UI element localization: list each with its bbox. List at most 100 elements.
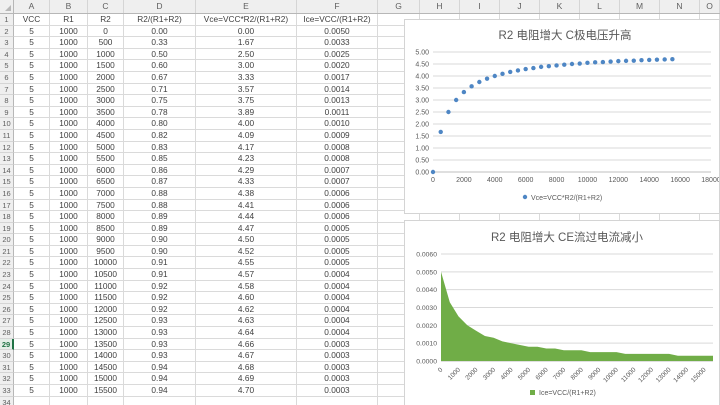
cell-F7[interactable]: 0.0014	[297, 84, 378, 96]
cell-E6[interactable]: 3.33	[196, 72, 297, 84]
cell-D30[interactable]: 0.93	[124, 350, 196, 362]
column-header-E[interactable]: E	[196, 0, 297, 13]
cell-F34[interactable]	[297, 397, 378, 405]
cell-C13[interactable]: 5500	[88, 153, 124, 165]
cell-C34[interactable]	[88, 397, 124, 405]
cell-F12[interactable]: 0.0008	[297, 142, 378, 154]
cell-D23[interactable]: 0.91	[124, 269, 196, 281]
cell-A11[interactable]: 5	[14, 130, 50, 142]
cell-B24[interactable]: 1000	[50, 281, 88, 293]
cell-D9[interactable]: 0.78	[124, 107, 196, 119]
cell-A7[interactable]: 5	[14, 84, 50, 96]
cell-D24[interactable]: 0.92	[124, 281, 196, 293]
cell-C31[interactable]: 14500	[88, 362, 124, 374]
row-header-30[interactable]: 30	[0, 350, 14, 362]
cell-D21[interactable]: 0.90	[124, 246, 196, 258]
cell-F19[interactable]: 0.0005	[297, 223, 378, 235]
cell-F20[interactable]: 0.0005	[297, 234, 378, 246]
row-header-27[interactable]: 27	[0, 315, 14, 327]
cell-B1[interactable]: R1	[50, 14, 88, 26]
row-header-34[interactable]: 34	[0, 397, 14, 405]
cell-C20[interactable]: 9000	[88, 234, 124, 246]
cell-A10[interactable]: 5	[14, 118, 50, 130]
cell-C15[interactable]: 6500	[88, 176, 124, 188]
cell-A8[interactable]: 5	[14, 95, 50, 107]
cell-F13[interactable]: 0.0008	[297, 153, 378, 165]
cell-A2[interactable]: 5	[14, 26, 50, 38]
cell-F27[interactable]: 0.0004	[297, 315, 378, 327]
cell-B25[interactable]: 1000	[50, 292, 88, 304]
cell-E12[interactable]: 4.17	[196, 142, 297, 154]
column-header-G[interactable]: G	[378, 0, 420, 13]
cell-A33[interactable]: 5	[14, 385, 50, 397]
cell-B33[interactable]: 1000	[50, 385, 88, 397]
cell-B34[interactable]	[50, 397, 88, 405]
cell-E2[interactable]: 0.00	[196, 26, 297, 38]
cell-A15[interactable]: 5	[14, 176, 50, 188]
cell-B14[interactable]: 1000	[50, 165, 88, 177]
chart-vce-scatter[interactable]: 0.000.501.001.502.002.503.003.504.004.50…	[404, 19, 720, 214]
cell-C16[interactable]: 7000	[88, 188, 124, 200]
cell-D12[interactable]: 0.83	[124, 142, 196, 154]
cell-E31[interactable]: 4.68	[196, 362, 297, 374]
cell-E5[interactable]: 3.00	[196, 60, 297, 72]
cell-C1[interactable]: R2	[88, 14, 124, 26]
column-header-B[interactable]: B	[50, 0, 88, 13]
row-header-21[interactable]: 21	[0, 246, 14, 258]
cell-B13[interactable]: 1000	[50, 153, 88, 165]
cell-D19[interactable]: 0.89	[124, 223, 196, 235]
cell-A34[interactable]	[14, 397, 50, 405]
column-header-O[interactable]: O	[700, 0, 720, 13]
cell-B22[interactable]: 1000	[50, 257, 88, 269]
cell-A30[interactable]: 5	[14, 350, 50, 362]
cell-B12[interactable]: 1000	[50, 142, 88, 154]
cell-D22[interactable]: 0.91	[124, 257, 196, 269]
cell-D20[interactable]: 0.90	[124, 234, 196, 246]
cell-E25[interactable]: 4.60	[196, 292, 297, 304]
column-header-D[interactable]: D	[124, 0, 196, 13]
cell-C9[interactable]: 3500	[88, 107, 124, 119]
cell-D2[interactable]: 0.00	[124, 26, 196, 38]
cell-A16[interactable]: 5	[14, 188, 50, 200]
cell-F6[interactable]: 0.0017	[297, 72, 378, 84]
cell-E17[interactable]: 4.41	[196, 200, 297, 212]
cell-C17[interactable]: 7500	[88, 200, 124, 212]
column-header-M[interactable]: M	[620, 0, 660, 13]
cell-B6[interactable]: 1000	[50, 72, 88, 84]
cell-E4[interactable]: 2.50	[196, 49, 297, 61]
row-header-15[interactable]: 15	[0, 176, 14, 188]
row-header-11[interactable]: 11	[0, 130, 14, 142]
chart-ice-area[interactable]: 0.00000.00100.00200.00300.00400.00500.00…	[404, 220, 720, 405]
cell-B19[interactable]: 1000	[50, 223, 88, 235]
cell-C28[interactable]: 13000	[88, 327, 124, 339]
cell-D25[interactable]: 0.92	[124, 292, 196, 304]
cell-F14[interactable]: 0.0007	[297, 165, 378, 177]
cell-D4[interactable]: 0.50	[124, 49, 196, 61]
cell-F18[interactable]: 0.0006	[297, 211, 378, 223]
column-header-H[interactable]: H	[420, 0, 460, 13]
cell-A25[interactable]: 5	[14, 292, 50, 304]
cell-B31[interactable]: 1000	[50, 362, 88, 374]
cell-A31[interactable]: 5	[14, 362, 50, 374]
row-header-1[interactable]: 1	[0, 14, 14, 26]
cell-B10[interactable]: 1000	[50, 118, 88, 130]
cell-A6[interactable]: 5	[14, 72, 50, 84]
cell-A14[interactable]: 5	[14, 165, 50, 177]
column-header-K[interactable]: K	[540, 0, 580, 13]
row-header-17[interactable]: 17	[0, 200, 14, 212]
cell-E22[interactable]: 4.55	[196, 257, 297, 269]
cell-E14[interactable]: 4.29	[196, 165, 297, 177]
row-header-32[interactable]: 32	[0, 373, 14, 385]
cell-F8[interactable]: 0.0013	[297, 95, 378, 107]
row-header-23[interactable]: 23	[0, 269, 14, 281]
column-header-L[interactable]: L	[580, 0, 620, 13]
cell-E30[interactable]: 4.67	[196, 350, 297, 362]
cell-D32[interactable]: 0.94	[124, 373, 196, 385]
cell-D14[interactable]: 0.86	[124, 165, 196, 177]
cell-B29[interactable]: 1000	[50, 339, 88, 351]
row-header-12[interactable]: 12	[0, 142, 14, 154]
column-header-C[interactable]: C	[88, 0, 124, 13]
cell-E18[interactable]: 4.44	[196, 211, 297, 223]
cell-B30[interactable]: 1000	[50, 350, 88, 362]
row-header-24[interactable]: 24	[0, 281, 14, 293]
